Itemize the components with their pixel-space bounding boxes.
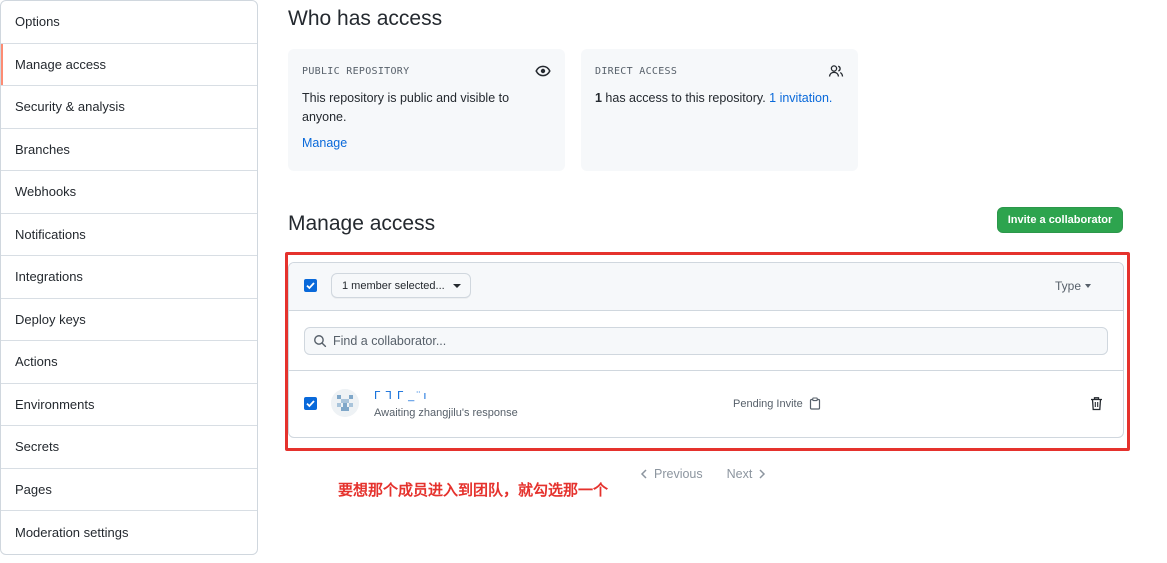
check-icon: [306, 400, 315, 408]
member-selected-dropdown[interactable]: 1 member selected...: [331, 273, 471, 298]
collaborators-table: 1 member selected... Type Find a collabo…: [288, 262, 1124, 438]
member-username-link[interactable]: ᒥ ᒣ ᒥ _ ̈ ı: [374, 389, 427, 402]
sidebar-item-label: Secrets: [15, 439, 60, 455]
invite-collaborator-button[interactable]: Invite a collaborator: [997, 207, 1123, 233]
sidebar-item-label: Moderation settings: [15, 524, 129, 540]
pending-invite-label: Pending Invite: [733, 397, 803, 410]
sidebar-item-label: Pages: [15, 481, 52, 497]
who-has-access-heading: Who has access: [288, 7, 443, 30]
annotation-text: 要想那个成员进入到团队，就勾选那一个: [338, 481, 609, 499]
card-title: DIRECT ACCESS: [595, 66, 678, 77]
sidebar-item-environments[interactable]: Environments: [1, 384, 257, 426]
sidebar-item-security-analysis[interactable]: Security & analysis: [1, 86, 257, 129]
search-row: [289, 311, 1123, 371]
sidebar-item-label: Manage access: [15, 56, 107, 72]
identicon-avatar: [331, 389, 359, 417]
sidebar-item-integrations[interactable]: Integrations: [1, 256, 257, 299]
trash-icon[interactable]: [1090, 396, 1103, 411]
settings-sidebar: Options Manage access Security & analysi…: [0, 0, 258, 555]
type-filter-dropdown[interactable]: Type: [1055, 279, 1091, 293]
sidebar-item-actions[interactable]: Actions: [1, 341, 257, 384]
member-checkbox[interactable]: [304, 397, 317, 410]
next-page-button[interactable]: Next: [727, 467, 767, 481]
invitation-link[interactable]: 1 invitation.: [769, 91, 832, 105]
chevron-right-icon: [759, 469, 766, 479]
public-repository-card: PUBLIC REPOSITORY This repository is pub…: [288, 49, 565, 171]
chevron-down-icon: [452, 283, 461, 288]
sidebar-item-branches[interactable]: Branches: [1, 129, 257, 171]
member-status-subtitle: Awaiting zhangjilu's response: [374, 407, 518, 419]
next-label: Next: [726, 467, 753, 481]
sidebar-item-pages[interactable]: Pages: [1, 469, 257, 511]
sidebar-item-label: Options: [15, 14, 60, 30]
people-icon: [828, 65, 844, 77]
previous-page-button[interactable]: Previous: [640, 467, 703, 481]
direct-access-text: 1 has access to this repository. 1 invit…: [595, 89, 844, 108]
direct-access-count: 1: [595, 91, 602, 105]
pagination: Previous Next: [640, 467, 766, 481]
sidebar-item-label: Branches: [15, 141, 70, 157]
clipboard-icon[interactable]: [809, 397, 821, 410]
sidebar-item-label: Notifications: [15, 226, 86, 242]
sidebar-item-deploy-keys[interactable]: Deploy keys: [1, 299, 257, 341]
chevron-down-icon: [1085, 284, 1091, 288]
avatar[interactable]: [331, 389, 359, 417]
select-all-checkbox[interactable]: [304, 279, 317, 292]
search-icon: [314, 335, 327, 348]
public-card-text: This repository is public and visible to…: [302, 91, 510, 124]
check-icon: [306, 282, 315, 290]
direct-access-card: DIRECT ACCESS 1 has access to this repos…: [581, 49, 858, 171]
direct-access-label: has access to this repository.: [601, 91, 770, 105]
card-title: PUBLIC REPOSITORY: [302, 66, 410, 77]
sidebar-item-label: Actions: [15, 354, 58, 370]
eye-icon: [535, 65, 551, 77]
manage-visibility-link[interactable]: Manage: [302, 136, 551, 150]
sidebar-item-options[interactable]: Options: [1, 1, 257, 44]
sidebar-item-label: Environments: [15, 396, 95, 412]
sidebar-item-secrets[interactable]: Secrets: [1, 426, 257, 469]
sidebar-item-label: Integrations: [15, 269, 83, 285]
manage-access-heading: Manage access: [288, 212, 436, 235]
sidebar-item-manage-access[interactable]: Manage access: [1, 43, 257, 86]
chevron-left-icon: [640, 469, 647, 479]
sidebar-item-label: Webhooks: [15, 184, 77, 200]
table-header: 1 member selected... Type: [289, 263, 1123, 311]
sidebar-item-moderation-settings[interactable]: Moderation settings: [1, 511, 257, 554]
previous-label: Previous: [654, 467, 703, 481]
table-row: ᒥ ᒣ ᒥ _ ̈ ı Awaiting zhangjilu's respons…: [289, 371, 1123, 437]
search-box[interactable]: [304, 327, 1108, 355]
find-collaborator-input[interactable]: [333, 334, 1093, 348]
member-selected-label: 1 member selected...: [342, 279, 445, 292]
pending-invite-status: Pending Invite: [733, 397, 821, 410]
sidebar-item-notifications[interactable]: Notifications: [1, 214, 257, 256]
sidebar-item-label: Deploy keys: [15, 311, 86, 327]
type-filter-label: Type: [1054, 279, 1081, 293]
sidebar-item-label: Security & analysis: [15, 99, 125, 115]
sidebar-item-webhooks[interactable]: Webhooks: [1, 171, 257, 214]
